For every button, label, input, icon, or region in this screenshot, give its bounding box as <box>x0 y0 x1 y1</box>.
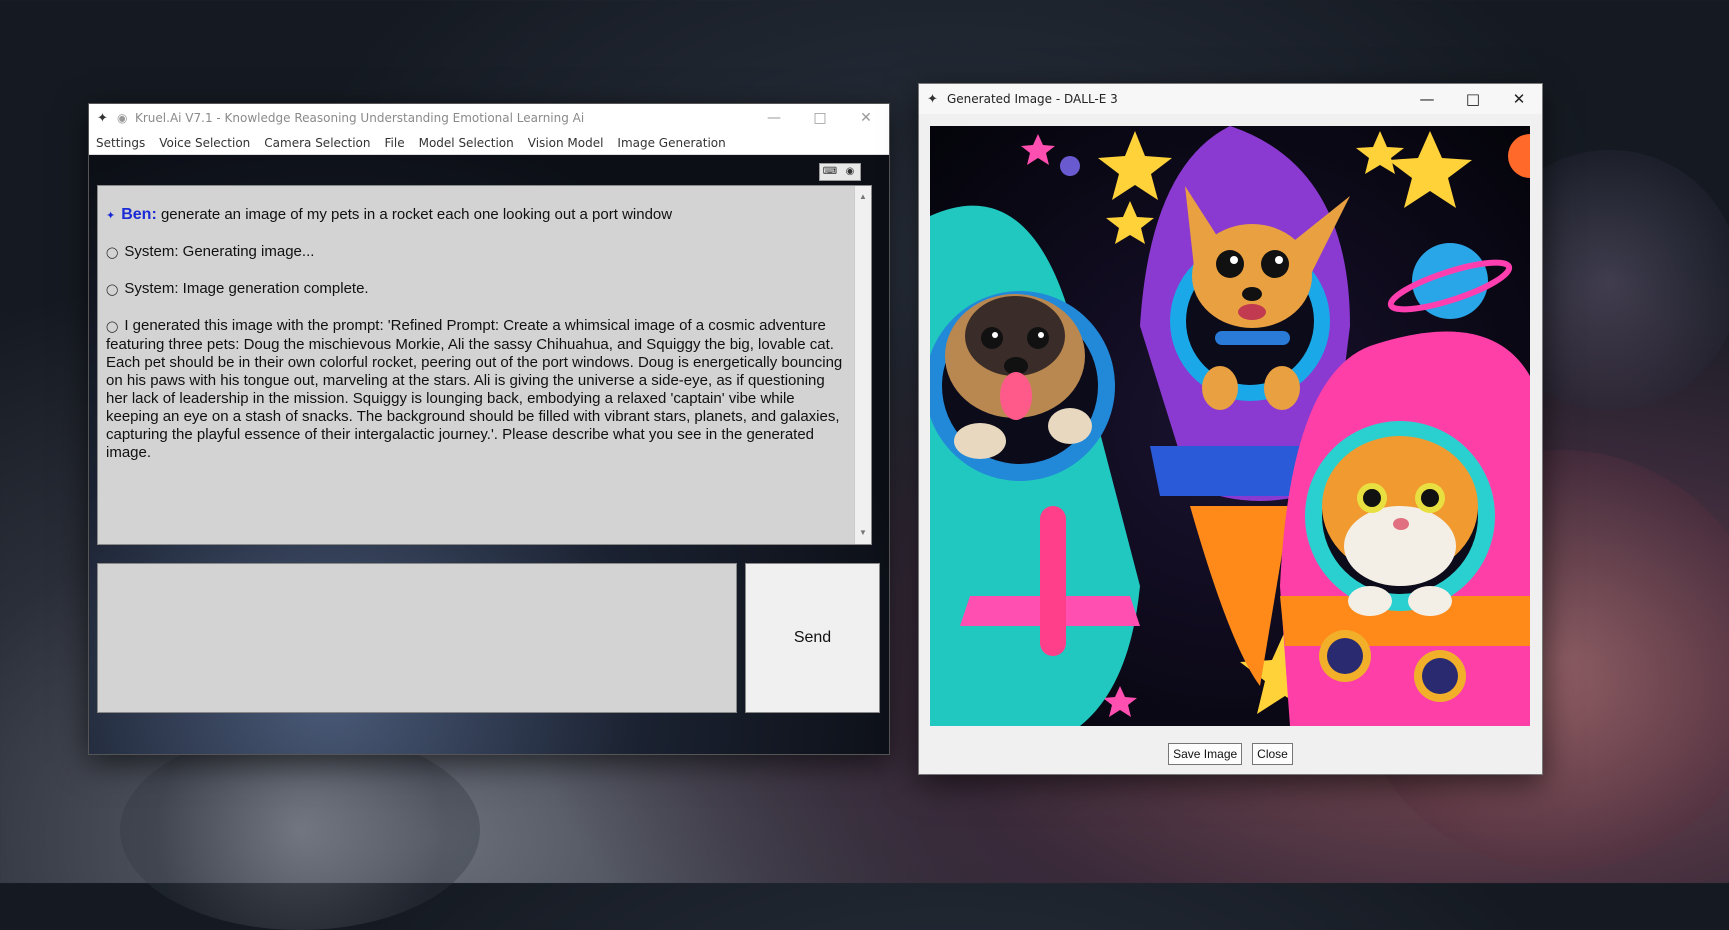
rocket-pets-illustration <box>930 126 1530 726</box>
image-window: ✦ Generated Image - DALL-E 3 — □ ✕ Save … <box>918 83 1543 775</box>
camera-icon[interactable]: ◉ <box>840 164 860 180</box>
close-icon[interactable]: ✕ <box>1496 90 1542 108</box>
chat-message-assistant: ◯ I generated this image with the prompt:… <box>106 317 847 462</box>
feather-icon: ✦ <box>97 110 108 126</box>
menubar: Settings Voice Selection Camera Selectio… <box>89 132 889 155</box>
chat-message-system: ◯ System: Image generation complete. <box>106 280 847 299</box>
menu-camera-selection[interactable]: Camera Selection <box>257 136 377 150</box>
close-icon[interactable]: ✕ <box>843 110 889 126</box>
app-icon: ◉ <box>117 111 128 125</box>
image-window-title: Generated Image - DALL-E 3 <box>947 92 1118 106</box>
generated-image <box>930 126 1530 726</box>
message-input[interactable] <box>97 563 737 713</box>
speech-bubble-icon: ◯ <box>106 284 119 296</box>
system-message-text: System: Image generation complete. <box>124 280 369 297</box>
feather-icon: ✦ <box>927 91 938 107</box>
scroll-down-icon[interactable]: ▼ <box>855 524 871 542</box>
user-icon: ✦ <box>106 210 116 222</box>
chat-message-user: ✦ Ben: generate an image of my pets in a … <box>106 206 847 225</box>
menu-image-generation[interactable]: Image Generation <box>610 136 732 150</box>
background-cloud <box>120 730 480 930</box>
main-window-title: Kruel.Ai V7.1 - Knowledge Reasoning Unde… <box>135 111 585 125</box>
maximize-icon[interactable]: □ <box>797 110 843 126</box>
image-window-footer: Save Image Close <box>919 743 1542 765</box>
main-titlebar[interactable]: ✦ ◉ Kruel.Ai V7.1 - Knowledge Reasoning … <box>89 104 889 132</box>
system-message-text: System: Generating image... <box>124 243 315 260</box>
toolbar-mini: ⌨ ◉ <box>819 163 861 181</box>
minimize-icon[interactable]: — <box>1404 90 1450 108</box>
send-button[interactable]: Send <box>745 563 880 713</box>
assistant-message-text: I generated this image with the prompt: … <box>106 317 843 461</box>
image-titlebar[interactable]: ✦ Generated Image - DALL-E 3 — □ ✕ <box>919 84 1542 114</box>
keyboard-icon[interactable]: ⌨ <box>820 164 840 180</box>
menu-vision-model[interactable]: Vision Model <box>521 136 611 150</box>
menu-voice-selection[interactable]: Voice Selection <box>152 136 257 150</box>
minimize-icon[interactable]: — <box>751 110 797 126</box>
speech-bubble-icon: ◯ <box>106 321 119 333</box>
menu-model-selection[interactable]: Model Selection <box>412 136 521 150</box>
speech-bubble-icon: ◯ <box>106 247 119 259</box>
close-button[interactable]: Close <box>1252 743 1293 765</box>
chat-log[interactable]: ✦ Ben: generate an image of my pets in a … <box>97 185 872 545</box>
chat-scrollbar[interactable]: ▲ ▼ <box>854 186 871 544</box>
save-image-button[interactable]: Save Image <box>1168 743 1243 765</box>
main-window: ✦ ◉ Kruel.Ai V7.1 - Knowledge Reasoning … <box>88 103 890 755</box>
menu-settings[interactable]: Settings <box>89 136 152 150</box>
user-message-text: generate an image of my pets in a rocket… <box>160 206 673 223</box>
main-body: ⌨ ◉ ✦ Ben: generate an image of my pets i… <box>89 155 889 754</box>
maximize-icon[interactable]: □ <box>1450 90 1496 108</box>
user-name: Ben: <box>121 206 157 223</box>
scroll-up-icon[interactable]: ▲ <box>855 188 871 206</box>
chat-message-system: ◯ System: Generating image... <box>106 243 847 262</box>
menu-file[interactable]: File <box>378 136 412 150</box>
